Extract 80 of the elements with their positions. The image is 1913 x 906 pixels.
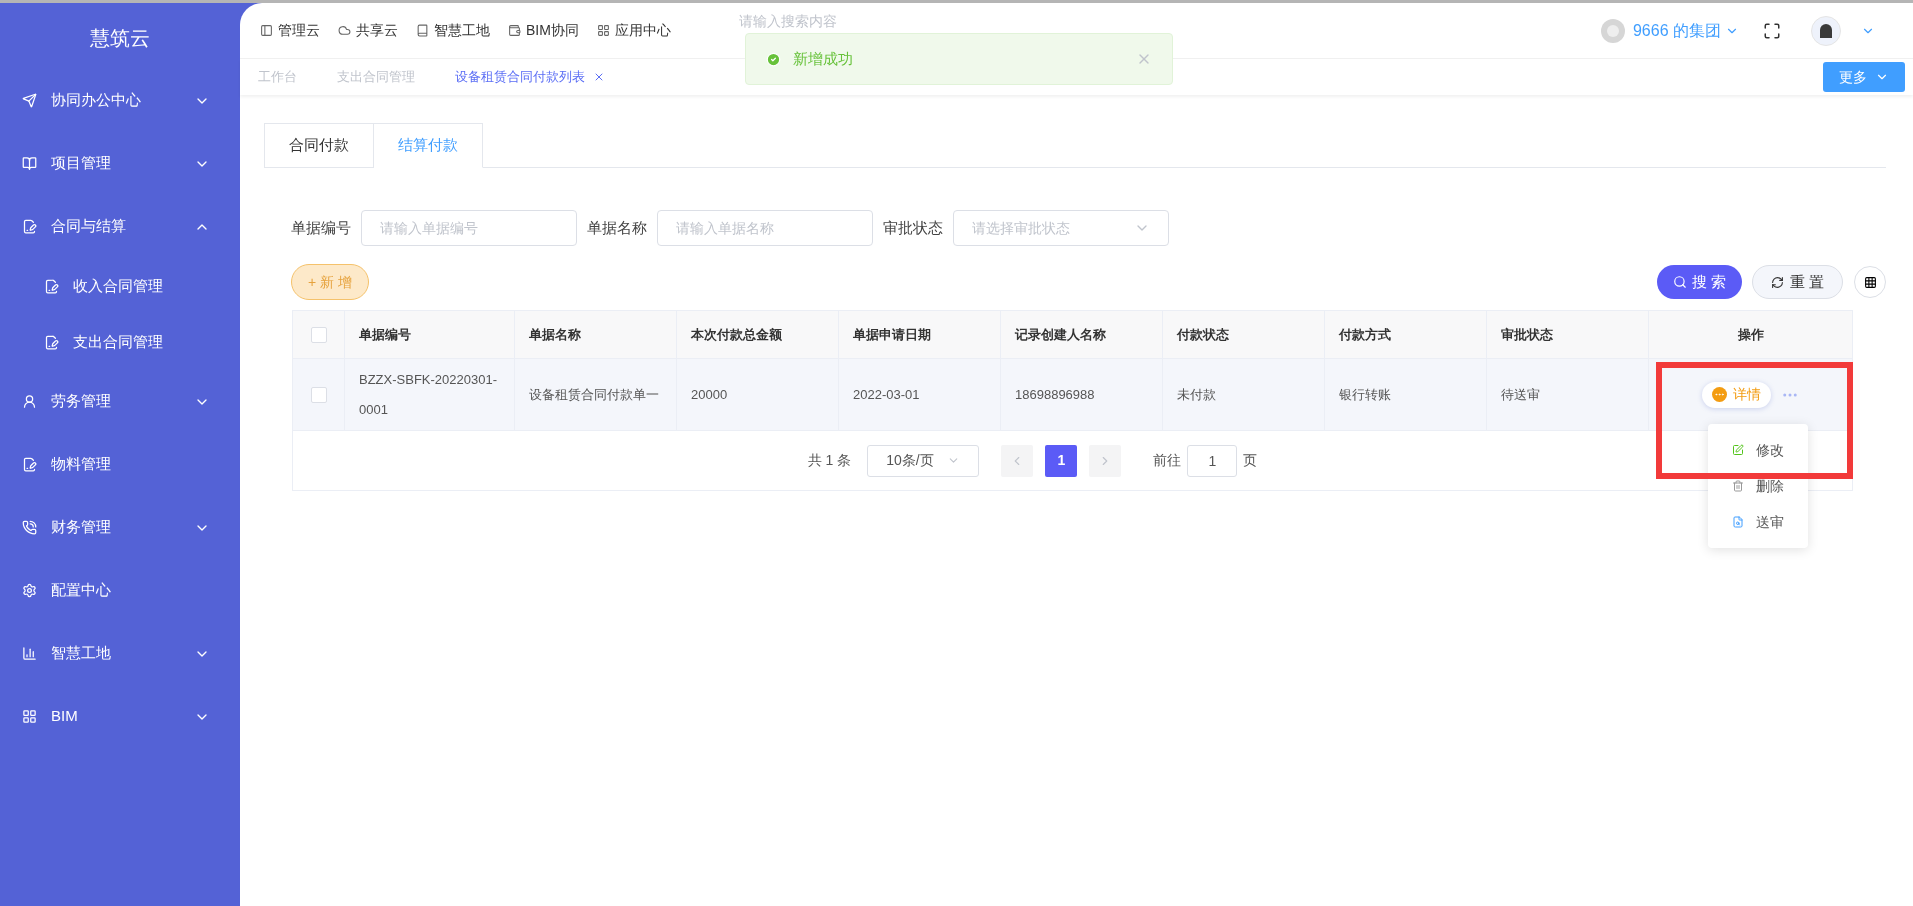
org-switcher[interactable]: 9666 的集团 [1632, 18, 1739, 43]
total-count: 共 1 条 [807, 451, 852, 470]
page-suffix: 页 [1243, 451, 1258, 470]
toast-message: 新增成功 [793, 48, 854, 69]
top-nav-link[interactable]: 管理云 [260, 20, 320, 41]
edit-document-icon [44, 334, 59, 350]
grid-icon [596, 24, 610, 37]
content-tab[interactable]: 结算付款 [374, 123, 483, 168]
sidebar-item[interactable]: 智慧工地 [0, 622, 240, 685]
success-icon [766, 51, 781, 67]
sidebar-subitem[interactable]: 收入合同管理 [0, 258, 240, 314]
edit-document-icon [22, 457, 37, 472]
table-cell-text: 设备租赁合同付款单一 [529, 385, 659, 404]
sidebar-item[interactable]: 配置中心 [0, 559, 240, 622]
table-cell-text: 待送审 [1501, 385, 1540, 404]
sidebar-item[interactable]: 劳务管理 [0, 370, 240, 433]
grid-icon [1863, 275, 1877, 289]
menu-item[interactable]: 删除 [1708, 468, 1808, 504]
menu-item[interactable]: 修改 [1708, 432, 1808, 468]
search-icon [1672, 275, 1687, 289]
avatar[interactable] [1811, 15, 1841, 46]
goto-label: 前往 [1153, 451, 1182, 470]
menu-item[interactable]: 送审 [1708, 504, 1808, 540]
send-icon [22, 93, 37, 108]
filter-label: 单据名称 [587, 217, 647, 238]
previous-page-button[interactable] [1001, 444, 1034, 477]
brand-title: 慧筑云 [89, 26, 151, 51]
refresh-icon [1770, 275, 1784, 289]
page-number[interactable]: 1 [1045, 444, 1078, 477]
checkbox[interactable] [310, 326, 327, 343]
fullscreen-icon[interactable] [1763, 21, 1781, 40]
search-button[interactable]: 搜 索 [1656, 265, 1742, 299]
document-search-icon [1732, 516, 1744, 528]
person-icon [22, 394, 37, 409]
book-icon [22, 156, 37, 171]
sidebar-item[interactable]: 财务管理 [0, 496, 240, 559]
panel-icon [260, 24, 273, 37]
top-nav-link[interactable]: 共享云 [338, 20, 398, 41]
edit-icon [1732, 444, 1744, 456]
phone-icon [22, 520, 37, 535]
page-tab[interactable]: 设备租赁合同付款列表 [455, 67, 605, 87]
top-nav-link[interactable]: 智慧工地 [416, 20, 490, 41]
edit-document-icon [22, 219, 37, 234]
grid-icon [22, 709, 37, 724]
table-cell-text: 20000 [691, 385, 728, 404]
edit-document-icon [44, 278, 59, 294]
checkbox[interactable] [310, 386, 327, 403]
cloud-icon [338, 24, 351, 37]
top-nav-link[interactable]: BIM协同 [508, 20, 579, 41]
reset-button[interactable]: 重 置 [1751, 265, 1843, 299]
sidebar-item[interactable]: BIM [0, 685, 240, 748]
table-cell-text: 18698896988 [1015, 385, 1095, 404]
bar-chart-icon [22, 646, 37, 661]
content-tab[interactable]: 合同付款 [264, 123, 374, 168]
sidebar-item[interactable]: 合同与结算 [0, 195, 240, 258]
trash-icon [1732, 480, 1744, 492]
sidebar-item[interactable]: 物料管理 [0, 433, 240, 496]
close-icon[interactable] [593, 71, 605, 83]
book-icon [416, 24, 429, 37]
settings-icon [22, 583, 37, 598]
search-field[interactable]: 请输入搜索内容 [738, 11, 899, 31]
top-nav-link[interactable]: 应用中心 [596, 20, 671, 41]
next-page-button[interactable] [1089, 444, 1122, 477]
table-cell-text: 2022-03-01 [853, 385, 920, 404]
page-size-select[interactable]: 10条/页 [867, 444, 980, 477]
more-button[interactable]: 更多 [1823, 62, 1905, 92]
filter-label: 单据编号 [291, 217, 351, 238]
sidebar-item[interactable]: 项目管理 [0, 132, 240, 195]
org-logo-icon [1600, 18, 1625, 43]
filter-input[interactable]: 请输入单据编号 [361, 210, 577, 246]
column-header: 操作 [1736, 325, 1765, 344]
wallet-icon [508, 24, 521, 37]
table-cell-text: 未付款 [1177, 385, 1216, 404]
page-input[interactable]: 1 [1187, 444, 1238, 477]
table-cell-text: 银行转账 [1339, 385, 1391, 404]
table-cell-text: BZZX-SBFK-20220301-0001 [359, 370, 498, 419]
filter-label: 审批状态 [883, 217, 943, 238]
filter-input[interactable]: 请输入单据名称 [657, 210, 873, 246]
sidebar-subitem[interactable]: 支出合同管理 [0, 314, 240, 370]
sidebar-item[interactable]: 协同办公中心 [0, 69, 240, 132]
